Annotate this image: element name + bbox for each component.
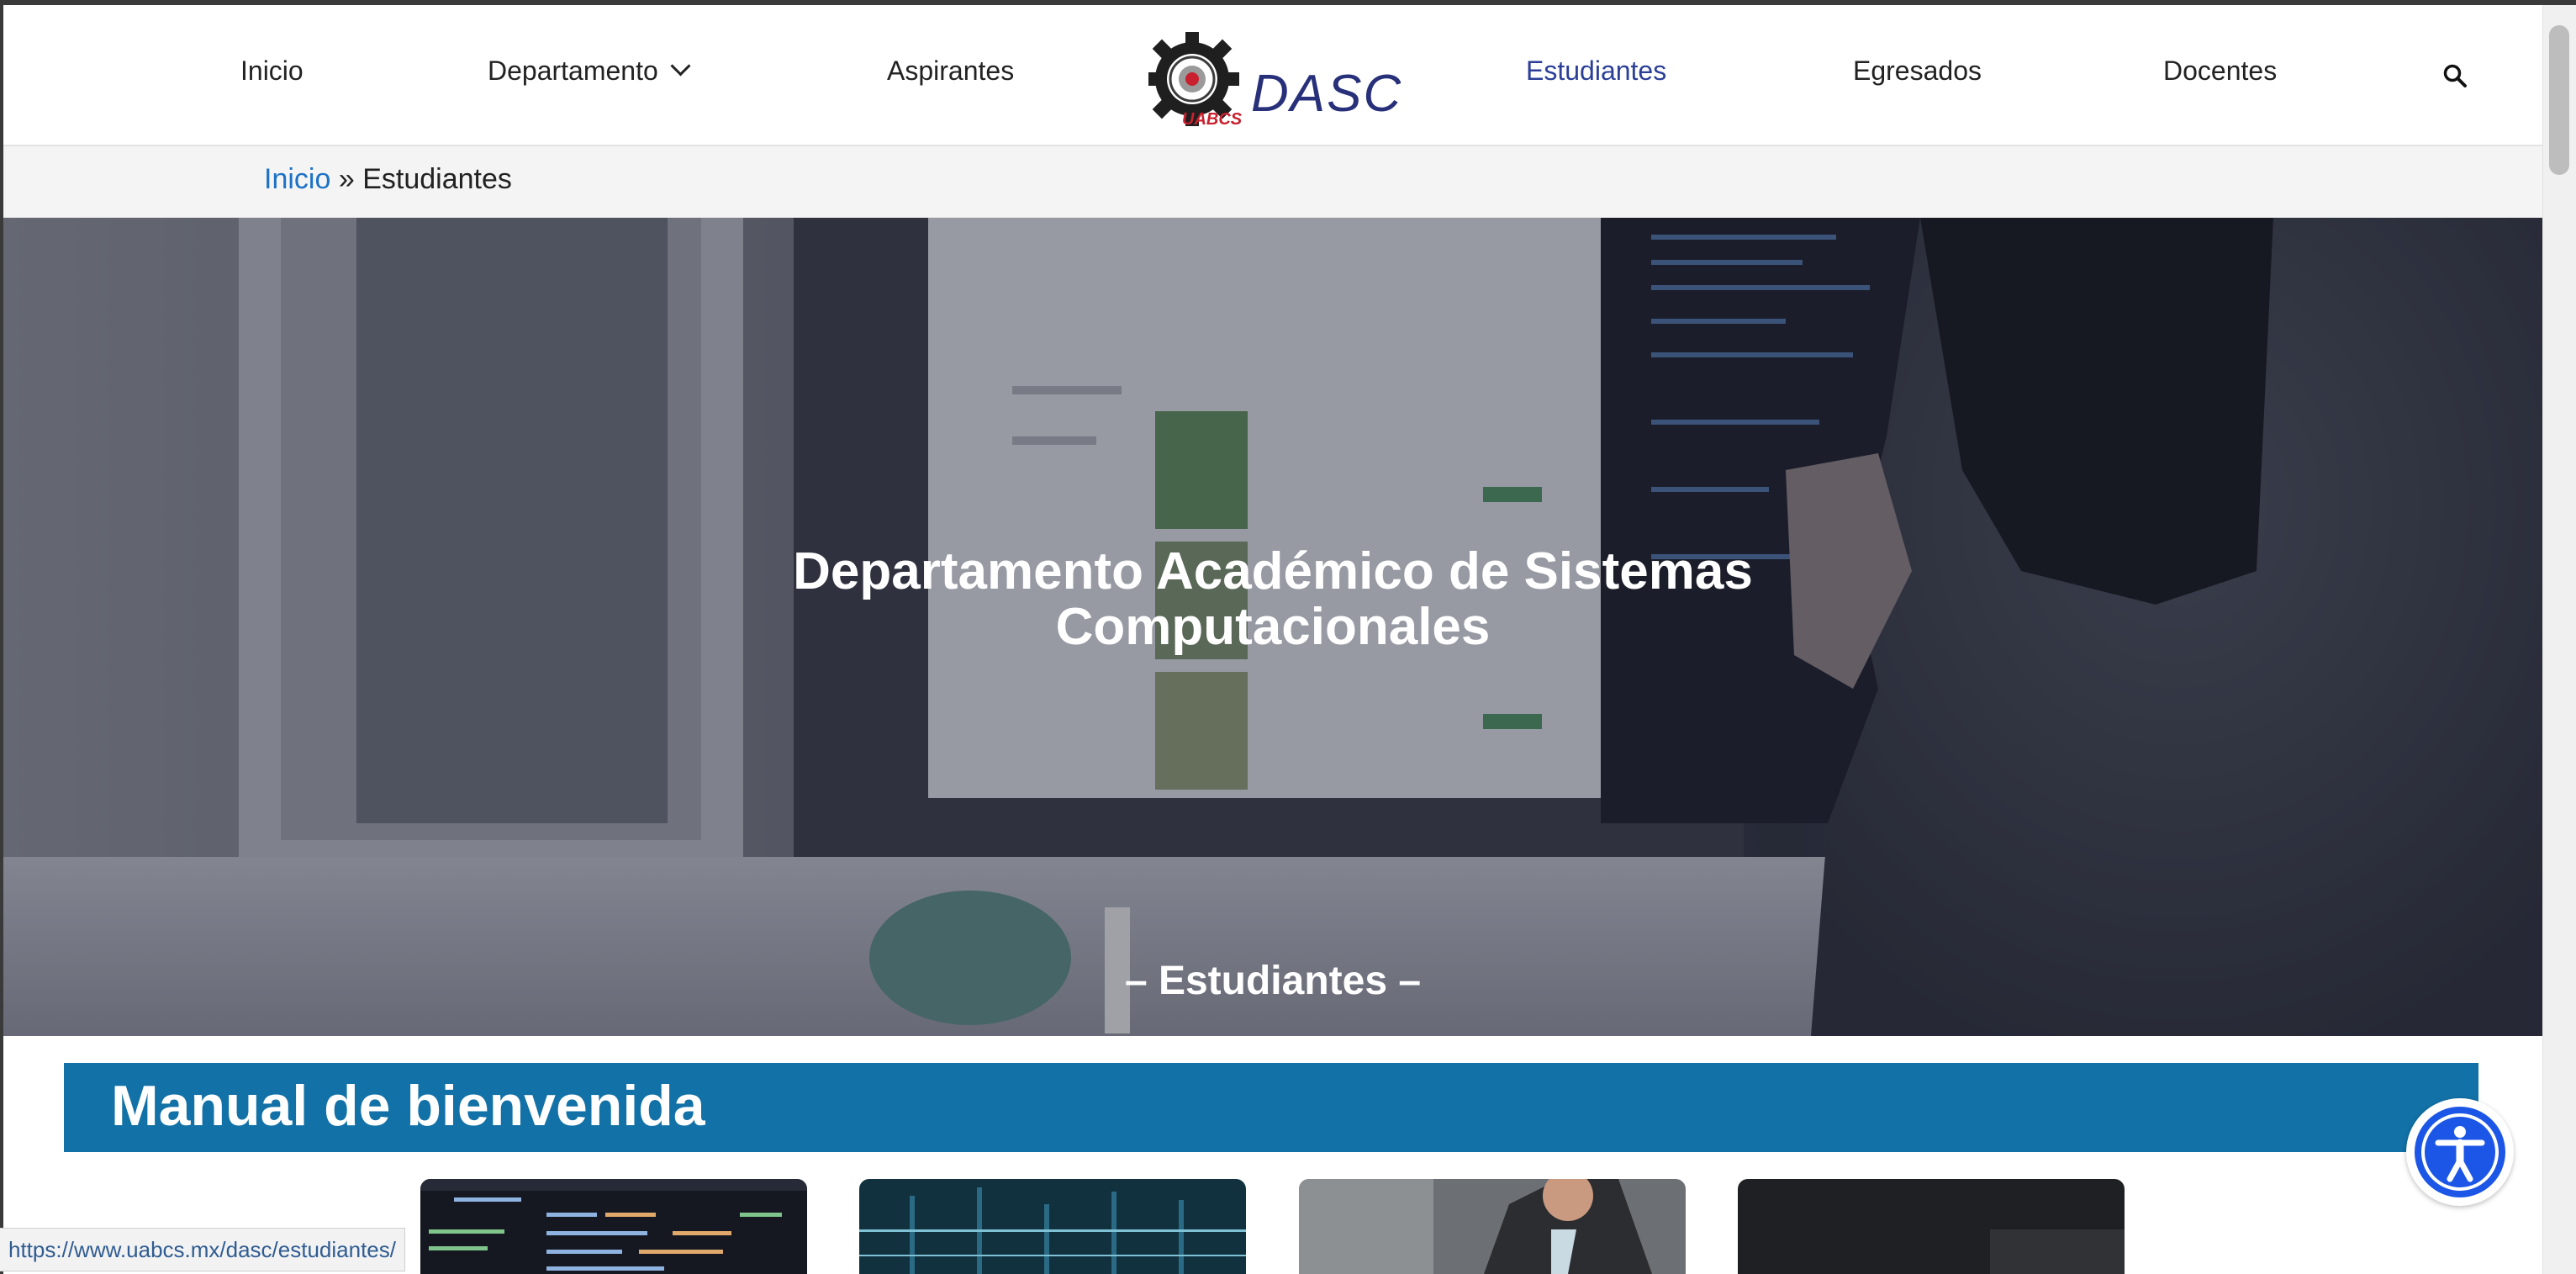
breadcrumb: Inicio » Estudiantes: [3, 146, 2542, 218]
hero-title-line1: Departamento Académico de Sistemas: [793, 542, 1753, 600]
card-code-image[interactable]: [420, 1179, 807, 1274]
hero-title-line2: Computacionales: [1055, 598, 1491, 656]
nav-item-departamento[interactable]: Departamento: [488, 56, 691, 87]
section-title: Manual de bienvenida: [111, 1074, 705, 1138]
breadcrumb-separator: »: [338, 163, 355, 195]
accessibility-icon: [2410, 1102, 2510, 1203]
logo-badge: UABCS: [1182, 110, 1243, 128]
dasc-logo[interactable]: UABCS DASC: [1145, 30, 1401, 129]
accessibility-button[interactable]: [2406, 1098, 2514, 1206]
card-business-image[interactable]: [1299, 1179, 1686, 1274]
section-banner: Manual de bienvenida: [64, 1063, 2478, 1152]
nav-item-egresados[interactable]: Egresados: [1853, 56, 1982, 87]
scrollbar-thumb[interactable]: [2549, 25, 2569, 175]
nav-item-estudiantes[interactable]: Estudiantes: [1526, 56, 1666, 87]
nav-item-docentes[interactable]: Docentes: [2163, 56, 2277, 87]
hero-title: Departamento Académico de Sistemas Compu…: [3, 544, 2542, 655]
nav-item-inicio[interactable]: Inicio: [240, 56, 304, 87]
nav-item-aspirantes[interactable]: Aspirantes: [887, 56, 1014, 87]
vertical-scrollbar[interactable]: [2542, 5, 2576, 1274]
link-status-bar: https://www.uabcs.mx/dasc/estudiantes/: [0, 1228, 405, 1271]
hero-subtitle: – Estudiantes –: [1124, 959, 1422, 1003]
breadcrumb-current: Estudiantes: [362, 163, 512, 195]
hero-banner: Departamento Académico de Sistemas Compu…: [3, 218, 2542, 1036]
search-icon[interactable]: [2441, 62, 2468, 89]
chevron-down-icon: [670, 56, 691, 77]
site-header: Inicio Departamento Aspirantes UABCS DAS…: [3, 5, 2542, 146]
logo-text: DASC: [1251, 65, 1401, 123]
window-left-edge: [0, 0, 3, 1274]
breadcrumb-home-link[interactable]: Inicio: [264, 163, 330, 195]
nav-item-label: Departamento: [488, 56, 658, 86]
card-tech-image[interactable]: [859, 1179, 1246, 1274]
card-dark-image[interactable]: [1738, 1179, 2125, 1274]
